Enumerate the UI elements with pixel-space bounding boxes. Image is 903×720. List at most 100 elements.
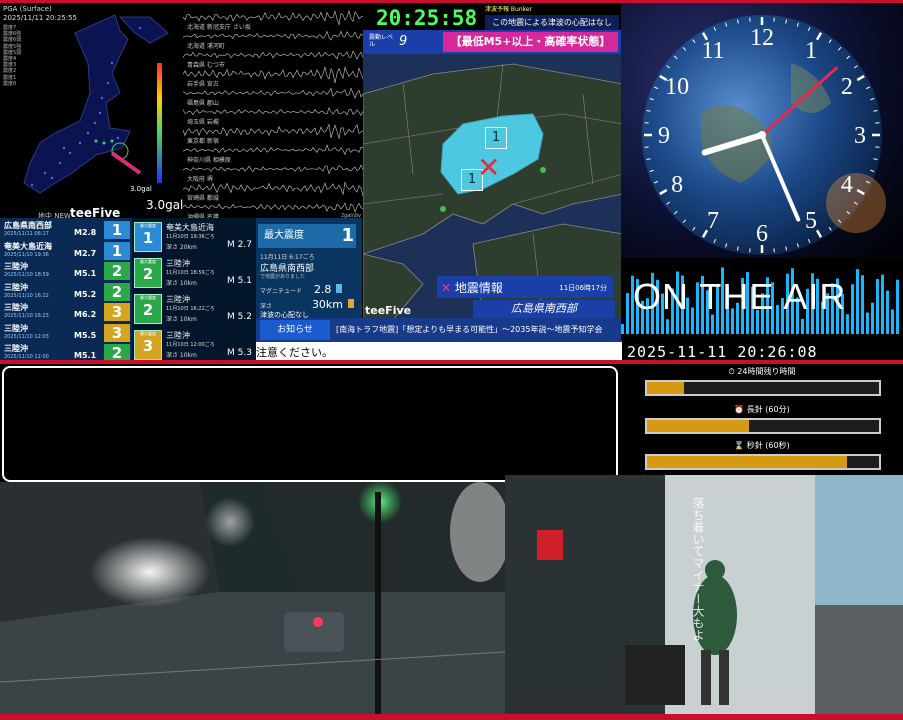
depth-value: 30km <box>312 298 343 311</box>
alert-mode: 【最低M5+以上・高確率状態】 <box>443 32 618 52</box>
list-item[interactable]: 奄美大島近海 2025/11/10 19:36 M2.7 1 <box>2 241 130 261</box>
depth-color-chip <box>348 299 354 308</box>
eq-date: 2025/11/10 16:23 <box>4 313 49 319</box>
on-air-text: ON THE AIR <box>633 276 846 318</box>
equalizer-bar <box>876 279 879 334</box>
news-ticker: お知らせ [南海トラフ地震]「想定よりも早まる可能性」～2035年説～地震予知学… <box>256 318 622 342</box>
card-magnitude: M 2.7 <box>227 240 252 250</box>
eq-place: 広島県南西部 <box>4 220 52 231</box>
station-label: 神奈川県 相模原 <box>187 155 231 164</box>
datetime-bar: 2025-11-11 20:26:08 <box>621 340 903 366</box>
progress-minute-label: ⏰ 長針 (60分) <box>621 404 903 415</box>
waveform-trace <box>183 88 363 98</box>
equalizer-bar <box>626 293 629 334</box>
time-bar: 20:25:58 津波予報 Bunker この地震による津波の心配はなし <box>363 0 623 33</box>
progress-minute-bar <box>645 418 881 434</box>
list-item[interactable]: 三陸沖 2025/11/10 16:22 M5.2 2 <box>2 282 130 302</box>
list-item[interactable]: 三陸沖 2025/11/10 12:03 M5.5 3 <box>2 323 130 343</box>
card-depth: 深さ 10km <box>166 350 197 359</box>
list-item[interactable]: 最大震度 2 三陸沖 11月10日 16:22ごろ 深さ 10km M 5.2 <box>132 290 256 326</box>
eq-place: 三陸沖 <box>4 302 28 313</box>
level-value: 9 <box>399 34 407 49</box>
eq-place: 三陸沖 <box>4 323 28 334</box>
eq-place: 奄美大島近海 <box>4 241 52 252</box>
depth-label: 深さ <box>260 303 272 310</box>
eq-place: 三陸沖 <box>4 343 28 354</box>
eq-magnitude: M2.7 <box>74 249 96 258</box>
max-intensity-value: 1 <box>341 227 354 245</box>
intensity-box-value: 1 <box>135 229 161 247</box>
person-camera-feed: 落ち着いてマイナー大もよ <box>505 475 903 714</box>
recent-earthquake-cards: 最大震度 1 奄美大島近海 11月10日 19:36ごろ 深さ 20km M 2.7 最大震… <box>132 218 256 363</box>
card-place: 三陸沖 <box>166 258 190 269</box>
eq-date: 2025/11/10 16:22 <box>4 293 49 299</box>
epicenter-icon: ✕ <box>477 154 500 182</box>
street-camera-feed <box>0 482 505 714</box>
clock-number: 9 <box>658 123 670 149</box>
progress-second-fill <box>647 456 847 468</box>
epicenter-mini-icon: ✕ <box>441 281 451 295</box>
current-time: 20:25:58 <box>376 6 477 30</box>
progress-minute-fill <box>647 420 749 432</box>
magnitude-value: 2.8 <box>314 283 332 296</box>
camera-caption: 落ち着いてマイナー大もよ <box>690 497 707 641</box>
datetime-text: 2025-11-11 20:26:08 <box>627 343 818 361</box>
equalizer-bar <box>861 275 864 334</box>
info-time: 11日06時17分 <box>559 283 607 293</box>
card-time: 11月10日 18:59ごろ <box>166 269 215 276</box>
equalizer-bar <box>851 284 854 334</box>
eq-intensity: 1 <box>104 221 130 239</box>
station-label: 東京都 新宿 <box>187 136 219 145</box>
eq-place: 三陸沖 <box>4 282 28 293</box>
list-item[interactable]: 最大震度 3 三陸沖 11月10日 12:00ごろ 深さ 10km M 5.3 <box>132 326 256 362</box>
clock-number: 7 <box>707 208 719 234</box>
equalizer-bar <box>881 275 884 334</box>
eq-magnitude: M5.2 <box>74 290 96 299</box>
map-brand-logo: teeFive <box>365 304 411 317</box>
list-item[interactable]: 三陸沖 2025/11/10 18:59 M5.1 2 <box>2 261 130 281</box>
street-scene <box>0 482 505 714</box>
list-item[interactable]: 最大震度 2 三陸沖 11月10日 18:59ごろ 深さ 10km M 5.1 <box>132 254 256 290</box>
clock-number: 12 <box>750 25 774 51</box>
intensity-box: 最大震度 1 <box>134 222 162 252</box>
eq-date: 2025/11/10 12:03 <box>4 334 49 340</box>
detail-sub: で地震がありました <box>260 273 305 280</box>
caution-strip: 注意ください。 <box>256 342 622 360</box>
eq-date: 2025/11/10 19:36 <box>4 252 49 258</box>
eq-magnitude: M5.1 <box>74 269 96 278</box>
card-depth: 深さ 10km <box>166 278 197 287</box>
shake-level-bar: 震動レベル 9 【最低M5+以上・高確率状態】 <box>363 30 623 54</box>
waveform-trace <box>183 108 363 116</box>
card-place: 三陸沖 <box>166 330 190 341</box>
progress-second-bar <box>645 454 881 470</box>
card-depth: 深さ 20km <box>166 242 197 251</box>
eq-date: 2025/11/10 18:59 <box>4 272 49 278</box>
card-time: 11月10日 16:22ごろ <box>166 305 215 312</box>
card-depth: 深さ 10km <box>166 314 197 323</box>
station-label: 北海道 新冠支庁 さい坂 <box>187 22 251 31</box>
eq-intensity: 2 <box>104 283 130 301</box>
clock-center <box>758 131 766 139</box>
list-item[interactable]: 最大震度 1 奄美大島近海 11月10日 19:36ごろ 深さ 20km M 2.7 <box>132 218 256 254</box>
clock-number: 3 <box>854 123 866 149</box>
bottom-band <box>0 714 903 720</box>
eq-intensity: 1 <box>104 242 130 260</box>
eq-intensity: 3 <box>104 324 130 342</box>
latest-earthquake-detail: 最大震度 1 11月11日 6:17ごろ 広島県南西部 で地震がありました マグ… <box>256 218 362 318</box>
clock-number: 8 <box>671 172 683 198</box>
intensity-box-value: 2 <box>135 265 161 283</box>
caution-text: 注意ください。 <box>256 344 333 360</box>
list-item[interactable]: 広島県南西部 2025/11/11 06:17 M2.8 1 <box>2 220 130 240</box>
equalizer-bar <box>896 280 899 334</box>
equalizer-bar <box>666 319 669 334</box>
equalizer-bar <box>871 303 874 334</box>
message-panel <box>2 366 618 482</box>
waveform-trace <box>183 51 363 59</box>
station-label: 埼玉県 岩槻 <box>187 117 219 126</box>
intensity-box: 最大震度 2 <box>134 294 162 324</box>
progress-24h-label: ⏱ 24時間残り時間 <box>621 366 903 377</box>
equalizer-bar <box>891 309 894 334</box>
clock-number: 5 <box>805 208 817 234</box>
list-item[interactable]: 三陸沖 2025/11/10 16:23 M6.2 3 <box>2 302 130 322</box>
pga-small-gal: 3.0gal <box>130 185 152 193</box>
